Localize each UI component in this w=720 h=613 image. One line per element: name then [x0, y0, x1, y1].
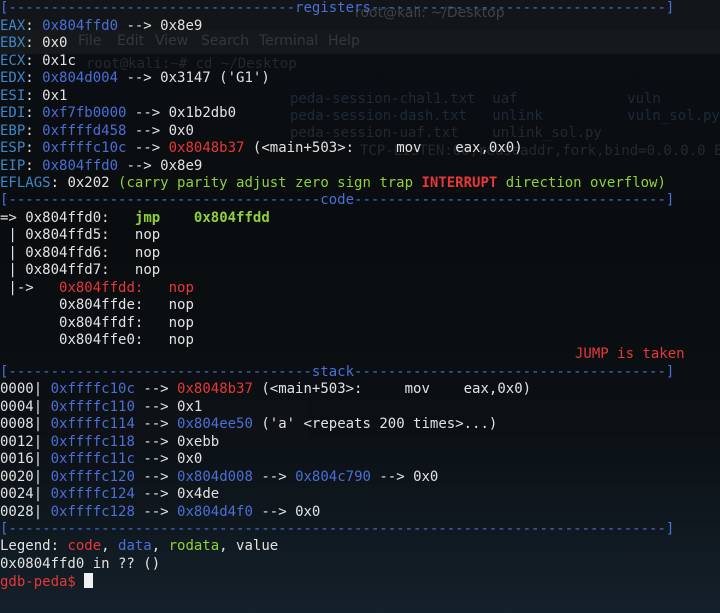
registers-header: [----------------------------------regis… — [0, 0, 675, 16]
code-line: | 0x804ffd5: nop — [0, 227, 161, 243]
footer-separator: [---------------------------------------… — [0, 521, 675, 537]
legend: Legend: code, data, rodata, value — [0, 538, 279, 554]
stack-row: 0008| 0xffffc114 --> 0x804ee50 ('a' <rep… — [0, 416, 498, 432]
register-ecx: ECX: 0x1c — [0, 52, 76, 69]
menu-edit[interactable]: Edit — [117, 33, 144, 49]
register-eax: EAX: 0x804ffd0 --> 0x8e9 — [0, 17, 203, 34]
gdb-prompt-line[interactable]: gdb-peda$ — [0, 573, 94, 591]
register-edi: EDI: 0xf7fb0000 --> 0x1b2db0 — [0, 105, 237, 121]
code-line: 0x804ffde: nop — [59, 297, 194, 313]
gdb-prompt: gdb-peda$ — [0, 574, 85, 590]
code-line-current: => 0x804ffd0: jmp 0x804ffdd — [0, 209, 270, 226]
stack-header: [------------------------------------sta… — [0, 364, 675, 380]
stack-row: 0000| 0xffffc10c --> 0x8048b37 (<main+50… — [0, 381, 532, 397]
register-ebp: EBP: 0xffffd458 --> 0x0 — [0, 122, 194, 139]
stack-row: 0020| 0xffffc120 --> 0x804d008 --> 0x804… — [0, 468, 439, 485]
bg-line: peda-session-chal1.txt uaf vuln — [290, 91, 661, 107]
code-line-target: |-> 0x804ffdd: nop — [0, 279, 194, 296]
menu-terminal[interactable]: Terminal — [259, 33, 318, 49]
register-edx: EDX: 0x804d004 --> 0x3147 ('G1') — [0, 70, 270, 86]
menu-view[interactable]: View — [155, 33, 188, 49]
code-line: | 0x804ffd7: nop — [0, 262, 161, 278]
stack-row: 0028| 0xffffc128 --> 0x804d4f0 --> 0x0 — [0, 503, 321, 520]
menu-file[interactable]: File — [78, 33, 101, 49]
code-header: [-------------------------------------co… — [0, 192, 675, 208]
code-line: | 0x804ffd6: nop — [0, 244, 161, 261]
current-location: 0x0804ffd0 in ?? () — [0, 555, 161, 572]
menu-help[interactable]: Help — [328, 33, 360, 49]
register-esp: ESP: 0xffffc10c --> 0x8048b37 (<main+503… — [0, 140, 523, 156]
register-ebx: EBX: 0x0 — [0, 35, 68, 51]
register-eip: EIP: 0x804ffd0 --> 0x8e9 — [0, 157, 203, 174]
stack-row: 0012| 0xffffc118 --> 0xebb — [0, 433, 220, 450]
register-eflags: EFLAGS: 0x202 (carry parity adjust zero … — [0, 175, 666, 191]
bg-line: peda-session-dash.txt unlink vuln_sol.py — [290, 108, 720, 124]
text-cursor — [84, 573, 94, 588]
menu-search[interactable]: Search — [201, 33, 249, 49]
stack-row: 0016| 0xffffc11c --> 0x0 — [0, 451, 203, 467]
stack-row: 0024| 0xffffc124 --> 0x4de — [0, 486, 220, 502]
register-esi: ESI: 0x1 — [0, 87, 68, 104]
code-line: 0x804ffdf: nop — [59, 314, 194, 331]
code-line: 0x804ffe0: nop — [59, 332, 194, 348]
jump-status: JUMP is taken — [575, 346, 685, 362]
stack-row: 0004| 0xffffc110 --> 0x1 — [0, 398, 203, 415]
